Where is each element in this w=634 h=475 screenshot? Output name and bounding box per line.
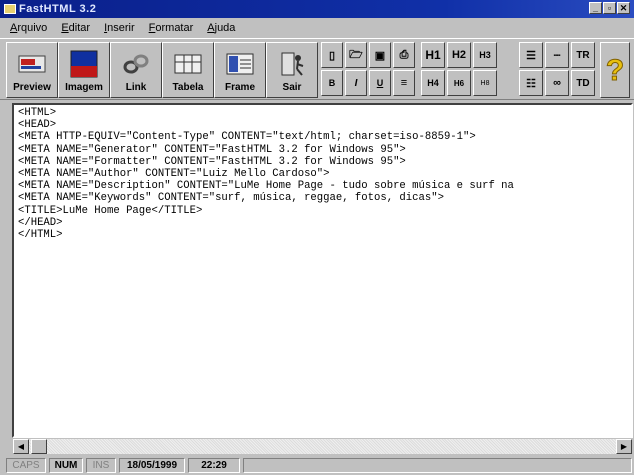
new-file-icon: ▯ — [328, 49, 336, 62]
arrow-right-icon: ▶ — [620, 441, 628, 451]
scroll-right-button[interactable]: ▶ — [616, 438, 632, 454]
code-line: <META NAME="Generator" CONTENT="FastHTML… — [18, 143, 406, 156]
imagem-button[interactable]: Imagem — [58, 42, 110, 98]
code-line: <TITLE>LuMe Home Page</TITLE> — [18, 204, 203, 217]
h2-button[interactable]: H2 — [447, 42, 471, 68]
align-center-icon: ≡ — [400, 77, 408, 89]
center-button[interactable]: ≡ — [393, 70, 415, 96]
h1-button[interactable]: H1 — [421, 42, 445, 68]
scroll-left-button[interactable]: ◀ — [13, 438, 29, 454]
file-format-group: ▯ 🗁 ▣ ⎙ B I U ≡ — [321, 42, 415, 96]
table-icon — [173, 50, 203, 78]
bullet-list-icon: ☰ — [526, 49, 536, 62]
save-disk-icon: ▣ — [374, 49, 386, 62]
menu-inserir[interactable]: Inserir — [102, 22, 137, 34]
arrow-left-icon: ◀ — [17, 441, 25, 451]
preview-button[interactable]: Preview — [6, 42, 58, 98]
print-button[interactable]: ⎙ — [393, 42, 415, 68]
caps-indicator: CAPS — [6, 458, 46, 473]
app-icon[interactable] — [4, 4, 16, 14]
svg-text:?: ? — [606, 54, 624, 86]
h4-button[interactable]: H4 — [421, 70, 445, 96]
menu-editar[interactable]: Editar — [59, 22, 92, 34]
italic-button[interactable]: I — [345, 70, 367, 96]
code-editor[interactable]: <HTML> <HEAD> <META HTTP-EQUIV="Content-Ty… — [12, 103, 633, 438]
num-indicator: NUM — [49, 458, 83, 473]
preview-icon — [17, 50, 47, 78]
code-line: </HTML> — [18, 229, 63, 242]
window-title: FastHTML 3.2 — [19, 3, 97, 15]
exit-door-icon — [277, 50, 307, 78]
main-tool-group: Preview Imagem Link Tabela Frame Sair — [6, 42, 318, 98]
underline-button[interactable]: U — [369, 70, 391, 96]
link-chain-icon — [121, 50, 151, 78]
code-line: <HTML> — [18, 107, 57, 119]
code-line: <META NAME="Description" CONTENT="LuMe H… — [18, 180, 514, 193]
sair-button[interactable]: Sair — [266, 42, 318, 98]
heading-group: H1 H2 H3 H4 H6 H8 — [421, 42, 497, 96]
menu-bar: Arquivo Editar Inserir Formatar Ajuda — [0, 18, 634, 38]
open-folder-icon: 🗁 — [349, 48, 363, 61]
bullet-list-button[interactable]: ☰ — [519, 42, 543, 68]
menu-formatar[interactable]: Formatar — [147, 22, 196, 34]
tr-button[interactable]: TR — [571, 42, 595, 68]
status-bar: CAPS NUM INS 18/05/1999 22:29 — [0, 456, 634, 475]
frame-icon — [225, 50, 255, 78]
code-line: <META NAME="Author" CONTENT="Luiz Mello … — [18, 168, 330, 181]
numbered-list-button[interactable]: ☷ — [519, 70, 543, 96]
printer-icon: ⎙ — [399, 48, 409, 61]
status-message — [243, 458, 632, 473]
code-line: <META HTTP-EQUIV="Content-Type" CONTENT=… — [18, 131, 476, 144]
code-line: </HEAD> — [18, 216, 63, 229]
toolbar: Preview Imagem Link Tabela Frame Sair ▯ … — [0, 38, 634, 100]
frame-button[interactable]: Frame — [214, 42, 266, 98]
td-button[interactable]: TD — [571, 70, 595, 96]
tabela-button[interactable]: Tabela — [162, 42, 214, 98]
h5-button[interactable]: H6 — [447, 70, 471, 96]
time-display: 22:29 — [188, 458, 240, 473]
help-button[interactable]: ? — [600, 42, 630, 98]
ins-indicator: INS — [86, 458, 116, 473]
chain-link-icon: ∞ — [553, 77, 561, 89]
open-file-button[interactable]: 🗁 — [345, 42, 367, 68]
link-anchor-button[interactable]: ∞ — [545, 70, 569, 96]
code-content[interactable]: <HTML> <HEAD> <META HTTP-EQUIV="Content-Ty… — [14, 105, 631, 243]
h6-button[interactable]: H8 — [473, 70, 497, 96]
window-controls: _ ▫ ✕ — [589, 2, 630, 14]
menu-arquivo[interactable]: Arquivo — [8, 22, 49, 34]
code-line: <HEAD> — [18, 119, 57, 132]
horizontal-scrollbar[interactable]: ◀ ▶ — [12, 438, 633, 454]
close-button[interactable]: ✕ — [617, 2, 630, 14]
bold-button[interactable]: B — [321, 70, 343, 96]
minimize-button[interactable]: _ — [589, 2, 602, 14]
hr-button[interactable]: ┄ — [545, 42, 569, 68]
h3-button[interactable]: H3 — [473, 42, 497, 68]
date-display: 18/05/1999 — [119, 458, 185, 473]
horizontal-rule-icon: ┄ — [553, 49, 561, 62]
link-button[interactable]: Link — [110, 42, 162, 98]
title-bar: FastHTML 3.2 _ ▫ ✕ — [0, 0, 634, 18]
scroll-thumb[interactable] — [31, 438, 47, 454]
help-question-icon: ? — [602, 49, 628, 89]
list-table-group: ☰ ┄ TR ☷ ∞ TD — [519, 42, 595, 96]
code-line: <META NAME="Keywords" CONTENT="surf, mús… — [18, 192, 444, 205]
scroll-track[interactable] — [29, 438, 616, 454]
menu-ajuda[interactable]: Ajuda — [205, 22, 237, 34]
code-line: <META NAME="Formatter" CONTENT="FastHTML… — [18, 155, 406, 168]
maximize-button[interactable]: ▫ — [603, 2, 616, 14]
save-file-button[interactable]: ▣ — [369, 42, 391, 68]
new-file-button[interactable]: ▯ — [321, 42, 343, 68]
numbered-list-icon: ☷ — [526, 77, 536, 90]
image-icon — [69, 50, 99, 78]
